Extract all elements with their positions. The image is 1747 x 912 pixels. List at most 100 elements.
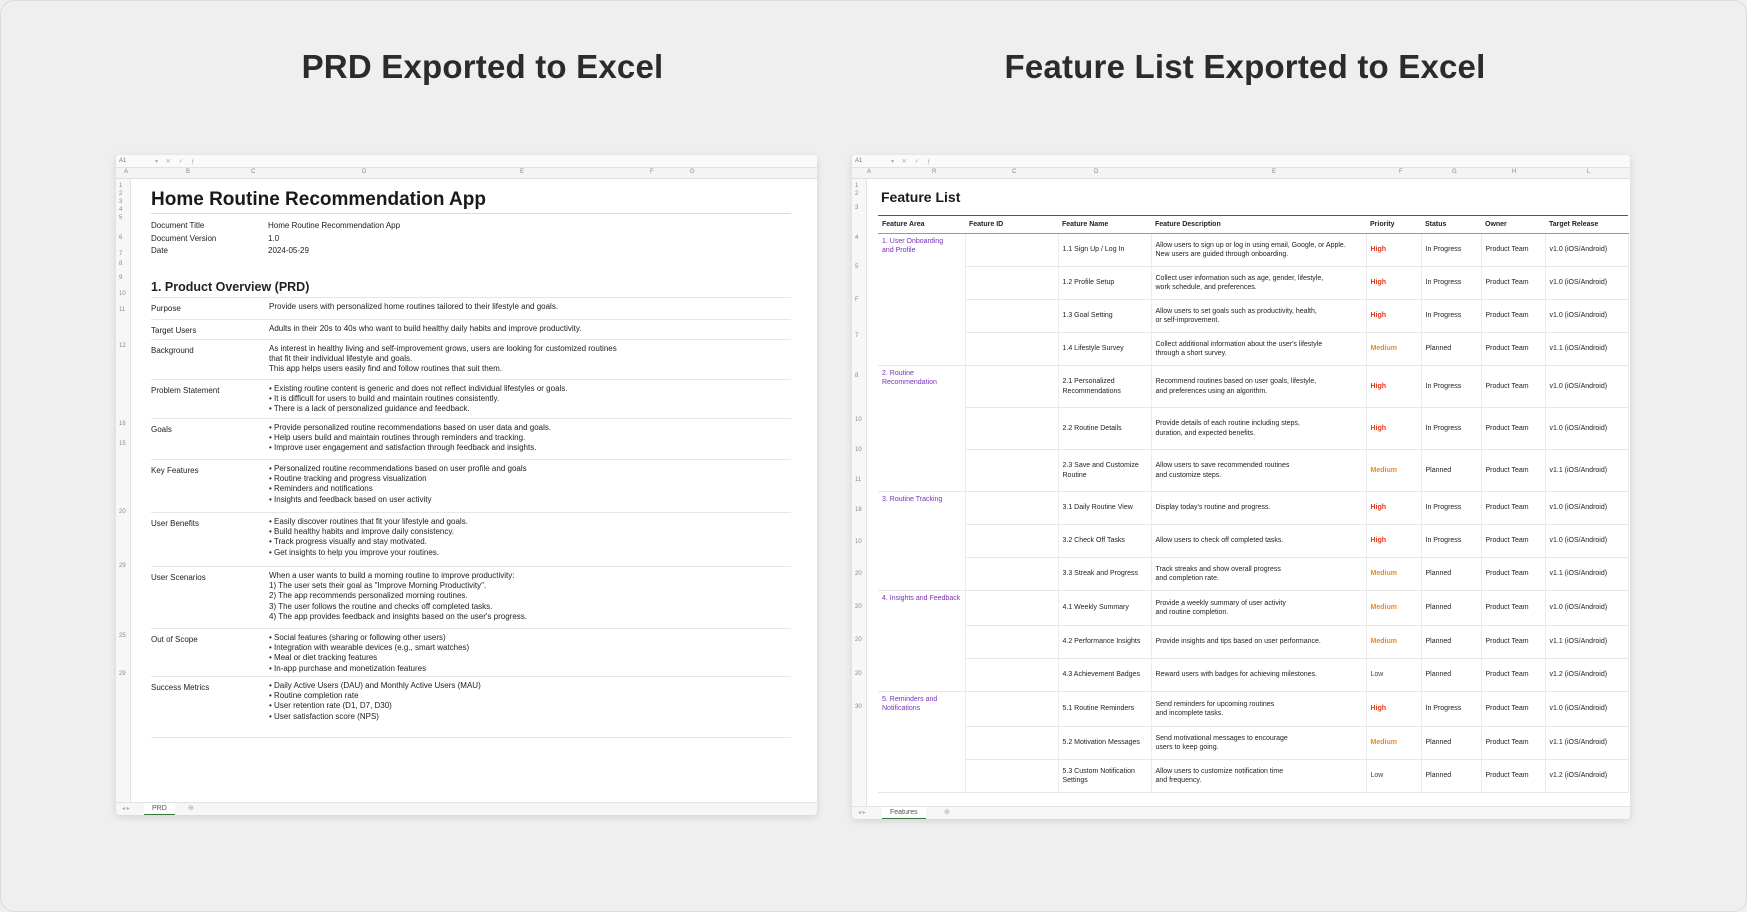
feature-name-cell[interactable]: 5.3 Custom Notification Settings — [1058, 759, 1152, 793]
priority-cell[interactable]: Medium — [1366, 557, 1422, 591]
row-number[interactable]: 6 — [119, 235, 122, 241]
priority-cell[interactable]: High — [1366, 233, 1422, 267]
priority-cell[interactable]: Medium — [1366, 726, 1422, 760]
row-number[interactable]: 5 — [855, 264, 858, 270]
column-letter[interactable]: E — [520, 169, 524, 175]
status-cell[interactable]: Planned — [1421, 726, 1482, 760]
feature-area-cell[interactable]: 2. Routine Recommendation — [878, 365, 966, 492]
feature-name-cell[interactable]: 5.1 Routine Reminders — [1058, 691, 1152, 727]
column-letter[interactable]: R — [932, 169, 936, 175]
owner-cell[interactable]: Product Team — [1481, 365, 1546, 408]
feature-description-cell[interactable]: Allow users to save recommended routines… — [1151, 449, 1367, 492]
feature-id-cell[interactable] — [965, 449, 1059, 492]
status-cell[interactable]: In Progress — [1421, 266, 1482, 300]
target-release-cell[interactable]: v1.0 (iOS/Android) — [1545, 524, 1629, 558]
feature-id-cell[interactable] — [965, 759, 1059, 793]
status-cell[interactable]: Planned — [1421, 759, 1482, 793]
owner-cell[interactable]: Product Team — [1481, 491, 1546, 525]
table-row[interactable]: 1. User Onboarding and Profile 1.1 Sign Up… — [878, 233, 1629, 366]
feature-id-cell[interactable] — [965, 332, 1059, 366]
feature-description-cell[interactable]: Provide a weekly summary of user activit… — [1151, 590, 1367, 626]
column-letter[interactable]: L — [1587, 169, 1590, 175]
row-number[interactable]: 9 — [119, 275, 122, 281]
table-row[interactable]: 5. Reminders and Notifications 5.1 Routine… — [878, 691, 1629, 793]
row-number[interactable]: 18 — [855, 507, 862, 513]
row-number[interactable]: 7 — [119, 251, 122, 257]
column-letter[interactable]: G — [1452, 169, 1457, 175]
feature-id-cell[interactable] — [965, 658, 1059, 692]
feature-description-cell[interactable]: Collect additional information about the… — [1151, 332, 1367, 366]
status-cell[interactable]: In Progress — [1421, 691, 1482, 727]
row-number[interactable]: 11 — [119, 307, 125, 313]
priority-cell[interactable]: Low — [1366, 658, 1422, 692]
table-row[interactable]: 4.2 Performance Insights Provide insights… — [878, 625, 1629, 659]
row-number[interactable]: 10 — [855, 447, 862, 453]
status-cell[interactable]: Planned — [1421, 658, 1482, 692]
priority-cell[interactable]: Medium — [1366, 590, 1422, 626]
feature-name-cell[interactable]: 3.1 Daily Routine View — [1058, 491, 1152, 525]
row-number[interactable]: 20 — [855, 604, 862, 610]
target-release-cell[interactable]: v1.0 (iOS/Android) — [1545, 590, 1629, 626]
owner-cell[interactable]: Product Team — [1481, 759, 1546, 793]
owner-cell[interactable]: Product Team — [1481, 557, 1546, 591]
owner-cell[interactable]: Product Team — [1481, 233, 1546, 267]
column-letter[interactable]: D — [1094, 169, 1098, 175]
status-cell[interactable]: Planned — [1421, 449, 1482, 492]
owner-cell[interactable]: Product Team — [1481, 266, 1546, 300]
feature-description-cell[interactable]: Reward users with badges for achieving m… — [1151, 658, 1367, 692]
target-release-cell[interactable]: v1.0 (iOS/Android) — [1545, 407, 1629, 450]
feature-id-cell[interactable] — [965, 691, 1059, 727]
feature-name-cell[interactable]: 1.4 Lifestyle Survey — [1058, 332, 1152, 366]
row-number[interactable]: 30 — [855, 704, 862, 710]
owner-cell[interactable]: Product Team — [1481, 407, 1546, 450]
status-cell[interactable]: In Progress — [1421, 407, 1482, 450]
column-letter[interactable]: C — [251, 169, 255, 175]
formula-bar[interactable]: A1 ▾ ✕ ✓ ƒ — [116, 155, 817, 168]
owner-cell[interactable]: Product Team — [1481, 332, 1546, 366]
status-cell[interactable]: In Progress — [1421, 524, 1482, 558]
add-sheet-icon[interactable]: ⊕ — [944, 808, 950, 816]
row-number[interactable]: 5 — [119, 215, 122, 221]
priority-cell[interactable]: High — [1366, 365, 1422, 408]
feature-description-cell[interactable]: Allow users to check off completed tasks… — [1151, 524, 1367, 558]
feature-id-cell[interactable] — [965, 726, 1059, 760]
row-number[interactable]: 4 — [855, 235, 858, 241]
owner-cell[interactable]: Product Team — [1481, 590, 1546, 626]
row-number[interactable]: 1 — [119, 183, 122, 189]
feature-id-cell[interactable] — [965, 407, 1059, 450]
feature-id-cell[interactable] — [965, 557, 1059, 591]
feature-id-cell[interactable] — [965, 524, 1059, 558]
status-cell[interactable]: In Progress — [1421, 299, 1482, 333]
table-row[interactable]: 2.2 Routine Details Provide details of ea… — [878, 407, 1629, 450]
feature-name-cell[interactable]: 1.3 Goal Setting — [1058, 299, 1152, 333]
table-row[interactable]: 3. Routine Tracking 3.1 Daily Routine Vie… — [878, 491, 1629, 591]
feature-name-cell[interactable]: 2.2 Routine Details — [1058, 407, 1152, 450]
feature-area-cell[interactable]: 3. Routine Tracking — [878, 491, 966, 591]
status-cell[interactable]: Planned — [1421, 590, 1482, 626]
feature-description-cell[interactable]: Recommend routines based on user goals, … — [1151, 365, 1367, 408]
column-letter[interactable]: A — [867, 169, 871, 175]
priority-cell[interactable]: Medium — [1366, 332, 1422, 366]
owner-cell[interactable]: Product Team — [1481, 449, 1546, 492]
target-release-cell[interactable]: v1.0 (iOS/Android) — [1545, 299, 1629, 333]
feature-description-cell[interactable]: Display today's routine and progress. — [1151, 491, 1367, 525]
status-cell[interactable]: Planned — [1421, 625, 1482, 659]
feature-id-cell[interactable] — [965, 266, 1059, 300]
table-row[interactable]: 1.3 Goal Setting Allow users to set goals… — [878, 299, 1629, 333]
table-row[interactable]: 3.2 Check Off Tasks Allow users to check … — [878, 524, 1629, 558]
row-number[interactable]: 11 — [855, 477, 861, 483]
row-number[interactable]: 2 — [119, 191, 122, 197]
table-row[interactable]: 4.3 Achievement Badges Reward users with … — [878, 658, 1629, 692]
sheet-tab-features[interactable]: Features — [882, 807, 926, 819]
row-number[interactable]: 3 — [119, 199, 122, 205]
feature-description-cell[interactable]: Allow users to customize notification ti… — [1151, 759, 1367, 793]
sheet-nav-arrows[interactable]: ◂ ▸ — [122, 805, 130, 812]
feature-description-cell[interactable]: Send motivational messages to encourage u… — [1151, 726, 1367, 760]
target-release-cell[interactable]: v1.0 (iOS/Android) — [1545, 233, 1629, 267]
priority-cell[interactable]: High — [1366, 407, 1422, 450]
owner-cell[interactable]: Product Team — [1481, 658, 1546, 692]
feature-description-cell[interactable]: Allow users to sign up or log in using e… — [1151, 233, 1367, 267]
target-release-cell[interactable]: v1.1 (iOS/Android) — [1545, 557, 1629, 591]
status-cell[interactable]: In Progress — [1421, 233, 1482, 267]
target-release-cell[interactable]: v1.1 (iOS/Android) — [1545, 625, 1629, 659]
